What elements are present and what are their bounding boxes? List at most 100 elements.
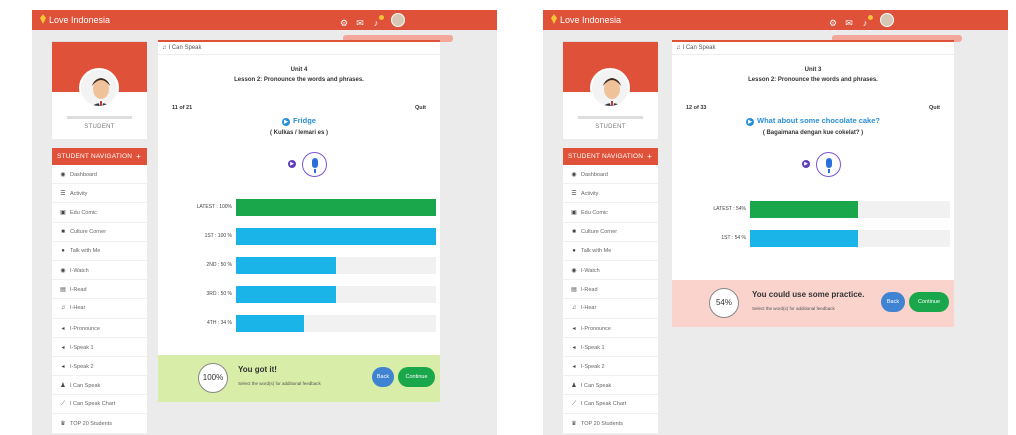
- sidebar-item-talk-with-me[interactable]: ● Talk with Me: [563, 242, 658, 261]
- bell-icon[interactable]: ♪: [858, 15, 873, 30]
- attempt-bar-track: [750, 230, 950, 247]
- sidebar-item-label: I-Speak 2: [581, 363, 605, 370]
- sidebar-item-dashboard[interactable]: ◉ Dashboard: [563, 165, 658, 185]
- nav-header-label: STUDENT NAVIGATION: [57, 153, 133, 160]
- sidebar-item-activity[interactable]: ☰ Activity: [52, 184, 147, 204]
- brand-link[interactable]: Love Indonesia: [551, 14, 621, 25]
- settings-icon[interactable]: ⚙: [826, 16, 840, 30]
- video-icon: ■: [61, 228, 65, 235]
- eye-icon: ◉: [571, 267, 577, 274]
- bell-icon[interactable]: ♪: [369, 15, 384, 30]
- person-icon: ♟: [571, 383, 577, 390]
- sidebar-item-i-watch[interactable]: ◉ I-Watch: [563, 261, 658, 281]
- sidebar-item-i-speak-2[interactable]: ◂ I-Speak 2: [52, 357, 147, 377]
- microphone-button[interactable]: [816, 152, 841, 177]
- sidebar-item-label: Talk with Me: [70, 247, 101, 254]
- brand-text: Love Indonesia: [49, 15, 111, 25]
- feedback-subtitle: Select the word(s) for additional feedba…: [238, 381, 321, 386]
- sidebar-item-label: I-Speak 1: [581, 344, 605, 351]
- sidebar-item-activity[interactable]: ☰ Activity: [563, 184, 658, 204]
- quit-link[interactable]: Quit: [415, 105, 426, 111]
- score-circle: 100%: [198, 363, 228, 393]
- eye-icon: ◉: [60, 267, 66, 274]
- play-audio-icon[interactable]: ▶: [746, 118, 755, 126]
- sidebar-item-label: Edu Comic: [581, 210, 608, 217]
- sidebar-item-i-can-speak[interactable]: ♟ I Can Speak: [563, 376, 658, 396]
- sidebar-item-edu-comic[interactable]: ▣ Edu Comic: [563, 203, 658, 223]
- headphones-icon: ♫: [60, 305, 66, 312]
- sidebar-item-i-speak-2[interactable]: ◂ I-Speak 2: [563, 357, 658, 377]
- sidebar-item-i-can-speak[interactable]: ♟ I Can Speak: [52, 376, 147, 396]
- back-button[interactable]: Back: [881, 292, 905, 312]
- target-word[interactable]: ▶ Fridge: [158, 116, 440, 126]
- sidebar-item-talk-with-me[interactable]: ● Talk with Me: [52, 242, 147, 261]
- sidebar-item-label: Dashboard: [70, 172, 97, 178]
- student-name-redacted: [67, 116, 132, 119]
- microphone-button[interactable]: [302, 152, 327, 177]
- attempt-row: 4TH : 34 %: [158, 315, 440, 332]
- speaker-icon: ◂: [572, 325, 576, 332]
- comic-icon: ▣: [60, 210, 66, 217]
- microphone-stand: [828, 169, 830, 173]
- sidebar-item-i-read[interactable]: ▤ I-Read: [52, 280, 147, 300]
- sidebar-item-label: I-Pronounce: [581, 325, 611, 332]
- sidebar-item-edu-comic[interactable]: ▣ Edu Comic: [52, 203, 147, 223]
- feedback-title: You got it!: [238, 365, 277, 374]
- sidebar-item-label: I Can Speak: [70, 383, 101, 390]
- sidebar-item-i-speak-1[interactable]: ◂ I-Speak 1: [563, 338, 658, 357]
- dashboard-icon: ◉: [571, 172, 577, 178]
- nav-header[interactable]: STUDENT NAVIGATION +: [563, 148, 658, 165]
- sidebar-item-i-hear[interactable]: ♫ I-Hear: [563, 299, 658, 319]
- attempt-bar-fill: [236, 286, 336, 303]
- attempt-bar-track: [750, 201, 950, 218]
- sidebar-item-label: Edu Comic: [70, 210, 97, 217]
- attempt-row: 3RD : 50 %: [158, 286, 440, 303]
- translation-text: ( Bagaimana dengan kue cokelat? ): [762, 130, 864, 136]
- sidebar-item-top-20-students[interactable]: ♛ TOP 20 Students: [563, 414, 658, 434]
- sidebar-item-culture-corner[interactable]: ■ Culture Corner: [563, 223, 658, 242]
- user-avatar[interactable]: [391, 13, 405, 27]
- continue-button[interactable]: Continue: [909, 292, 949, 312]
- sidebar-item-i-read[interactable]: ▤ I-Read: [563, 280, 658, 300]
- notification-dot: [868, 15, 873, 20]
- feedback-banner: 54% You could use some practice. Select th…: [672, 280, 954, 327]
- sidebar-item-i-pronounce[interactable]: ◂ I-Pronounce: [52, 319, 147, 338]
- speaker-icon: ◂: [61, 325, 65, 332]
- play-recording-icon[interactable]: ▶: [288, 160, 296, 168]
- user-avatar[interactable]: [880, 13, 894, 27]
- play-audio-icon[interactable]: ▶: [282, 118, 291, 126]
- sidebar-item-culture-corner[interactable]: ■ Culture Corner: [52, 223, 147, 242]
- brand-link[interactable]: Love Indonesia: [40, 14, 110, 25]
- sidebar-item-i-speak-1[interactable]: ◂ I-Speak 1: [52, 338, 147, 357]
- student-navigation: STUDENT NAVIGATION + ◉ Dashboard ☰ Activity ▣ E…: [563, 148, 658, 434]
- play-recording-icon[interactable]: ▶: [802, 160, 810, 168]
- target-word-text: What about some chocolate cake?: [757, 116, 880, 125]
- plus-icon[interactable]: +: [136, 152, 141, 161]
- nav-header[interactable]: STUDENT NAVIGATION +: [52, 148, 147, 165]
- back-button[interactable]: Back: [372, 367, 394, 387]
- sidebar-item-dashboard[interactable]: ◉ Dashboard: [52, 165, 147, 185]
- sidebar-item-top-20-students[interactable]: ♛ TOP 20 Students: [52, 414, 147, 434]
- quit-link[interactable]: Quit: [929, 105, 940, 111]
- sidebar-item-i-can-speak-chart[interactable]: ⟋ I Can Speak Chart: [563, 395, 658, 415]
- trophy-icon: ♛: [60, 421, 66, 428]
- sidebar-item-i-can-speak-chart[interactable]: ⟋ I Can Speak Chart: [52, 395, 147, 415]
- sidebar-item-label: Talk with Me: [581, 247, 612, 254]
- settings-icon[interactable]: ⚙: [337, 16, 351, 30]
- feedback-title: You could use some practice.: [752, 290, 865, 299]
- sidebar-item-label: I-Pronounce: [70, 325, 100, 332]
- sidebar-item-label: TOP 20 Students: [581, 421, 623, 428]
- sidebar-item-i-hear[interactable]: ♫ I-Hear: [52, 299, 147, 319]
- mail-icon[interactable]: ✉: [842, 16, 856, 30]
- lesson-title: Lesson 2: Pronounce the words and phrase…: [748, 77, 878, 83]
- attempt-row: 2ND : 50 %: [158, 257, 440, 274]
- target-word[interactable]: ▶ What about some chocolate cake?: [672, 116, 954, 126]
- attempt-label: 1ST : 54 %: [721, 235, 746, 241]
- mail-icon[interactable]: ✉: [353, 16, 367, 30]
- sidebar-item-i-watch[interactable]: ◉ I-Watch: [52, 261, 147, 281]
- attempt-bar-fill: [236, 315, 304, 332]
- sidebar-item-label: I Can Speak: [581, 383, 612, 390]
- continue-button[interactable]: Continue: [398, 367, 435, 387]
- plus-icon[interactable]: +: [647, 152, 652, 161]
- sidebar-item-i-pronounce[interactable]: ◂ I-Pronounce: [563, 319, 658, 338]
